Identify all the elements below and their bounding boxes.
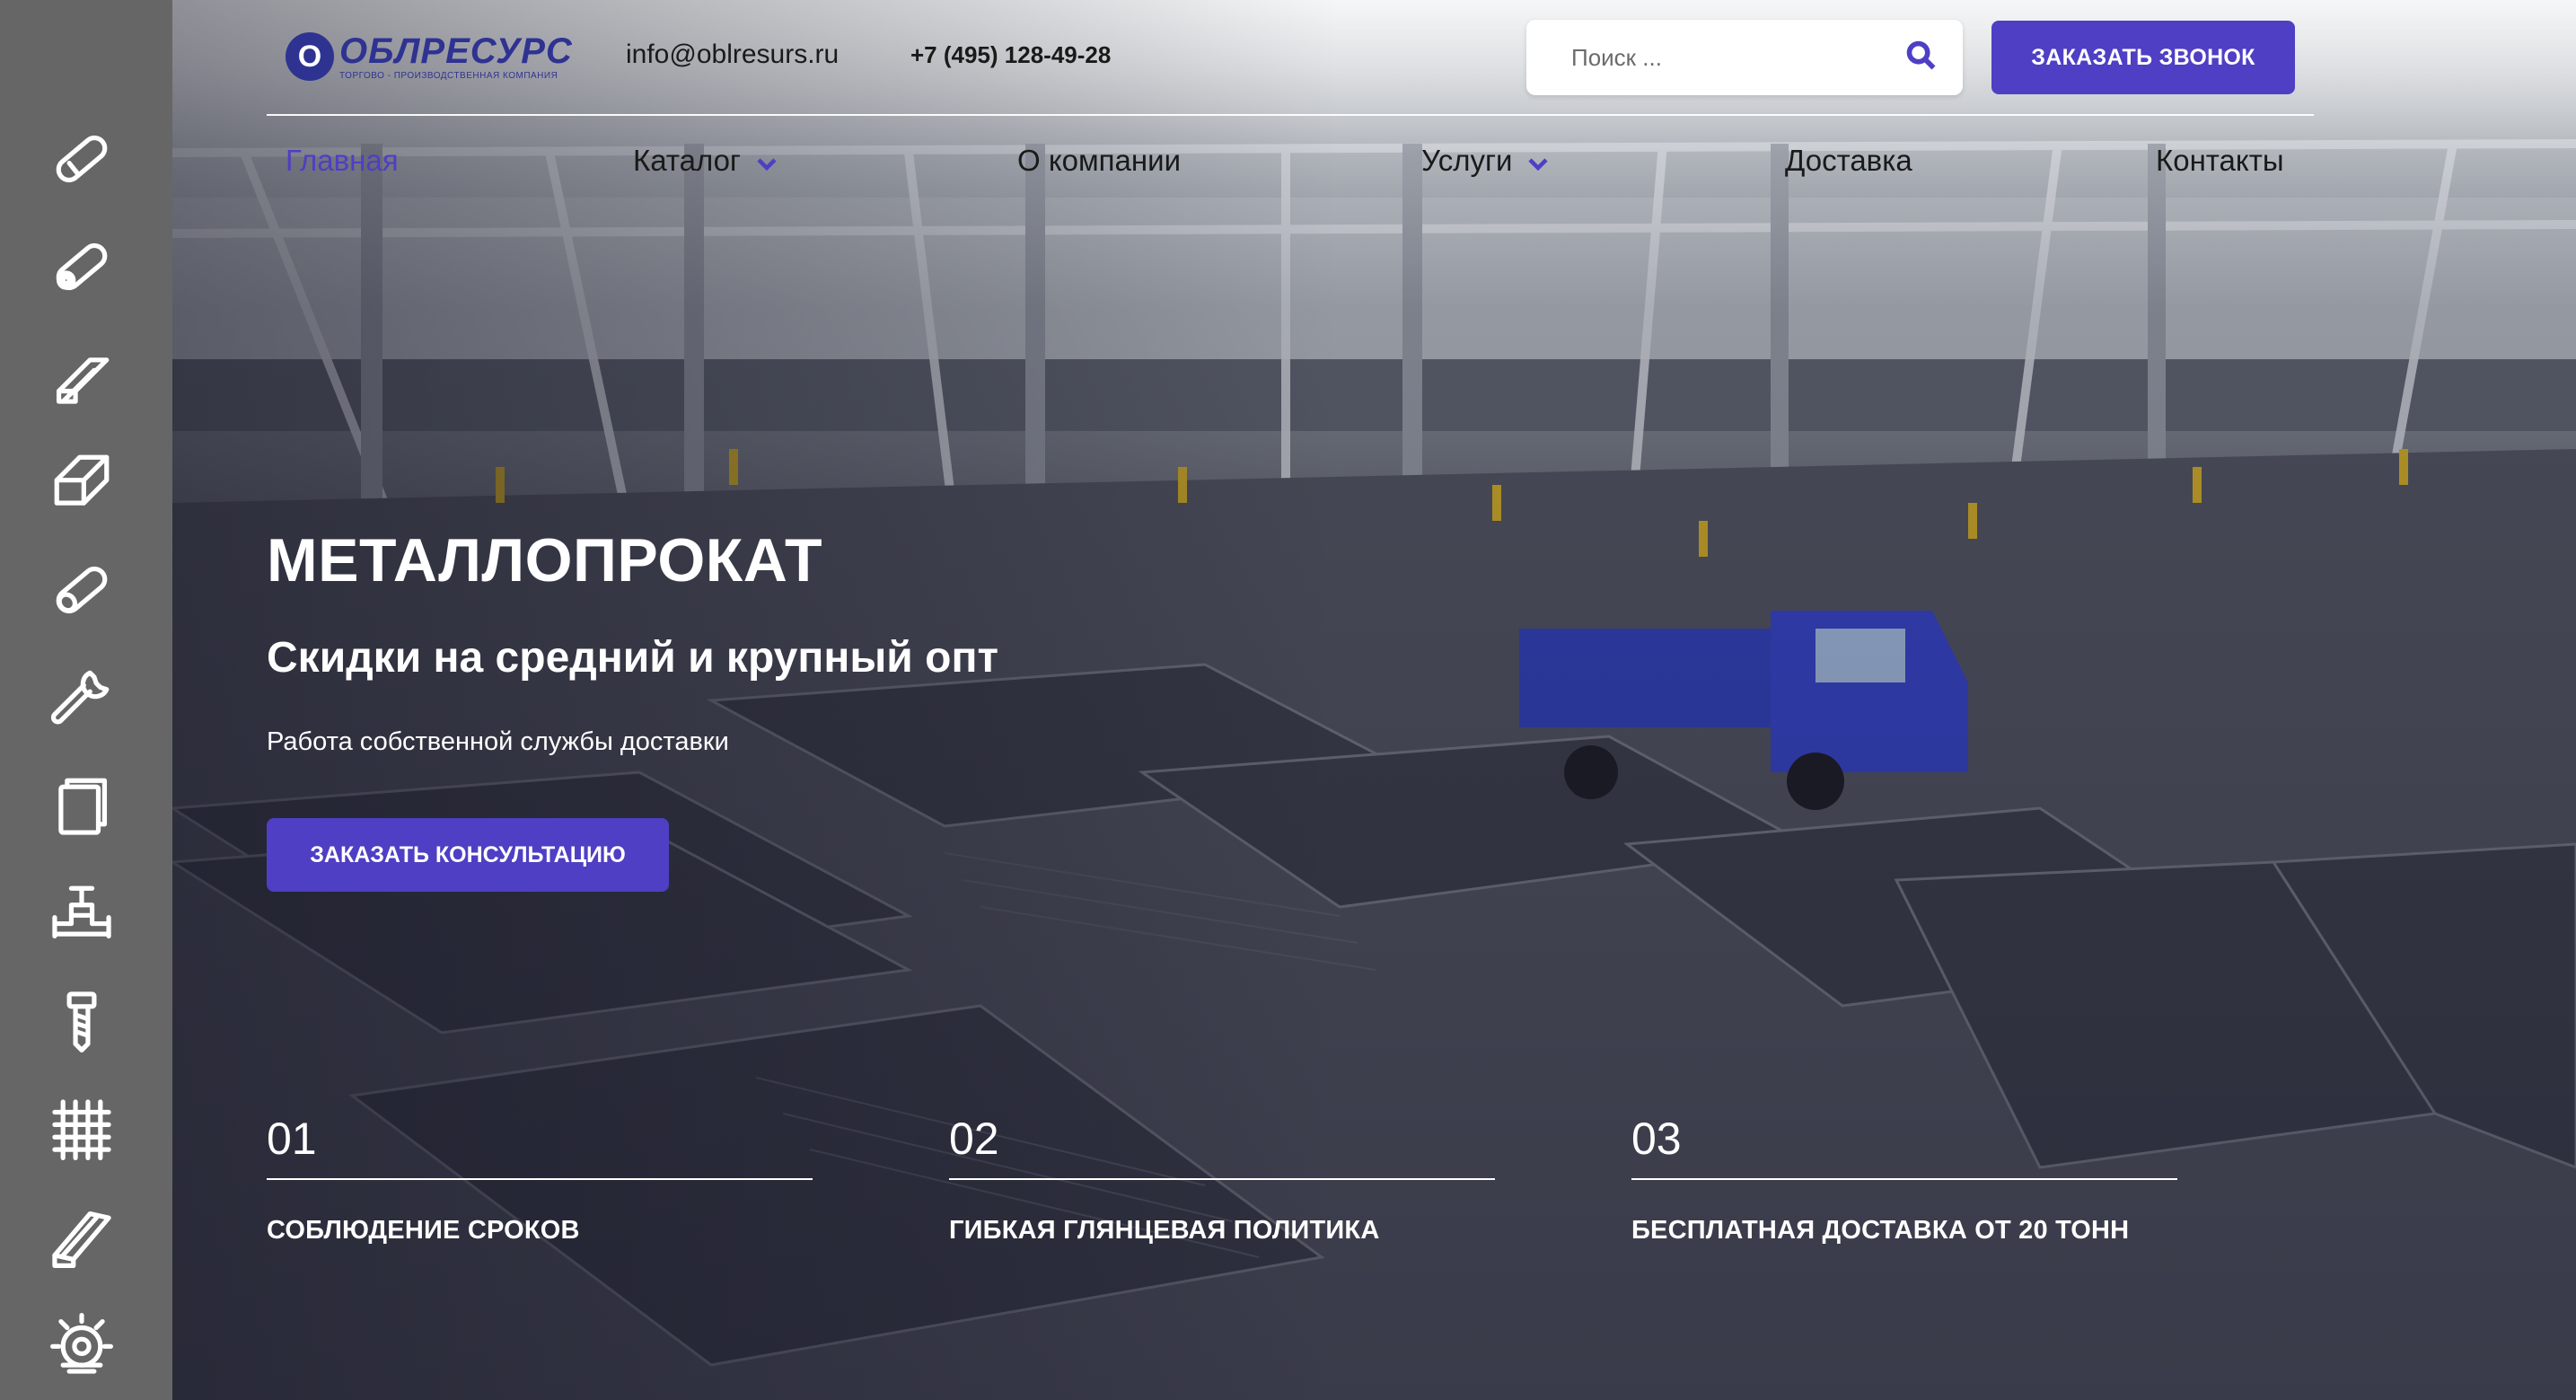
saw-blade-icon[interactable] [45, 1308, 119, 1381]
angle-profile-icon[interactable] [45, 1200, 119, 1273]
search-icon[interactable] [1905, 40, 1938, 76]
hero-subtitle: Скидки на средний и крупный опт [267, 634, 998, 682]
search-input[interactable] [1571, 43, 1905, 72]
page: О ОБЛРЕСУРС ТОРГОВО - ПРОИЗВОДСТВЕННАЯ К… [0, 0, 2576, 1400]
search-box [1526, 20, 1963, 95]
nav-item-delivery[interactable]: Доставка [1785, 144, 1912, 178]
feature-text: БЕСПЛАТНАЯ ДОСТАВКА ОТ 20 ТОНН [1631, 1216, 2130, 1245]
bolt-icon[interactable] [45, 984, 119, 1058]
logo-mark-icon: О [286, 32, 334, 81]
order-call-button[interactable]: ЗАКАЗАТЬ ЗВОНОК [1991, 21, 2295, 94]
beam-icon[interactable] [45, 338, 119, 411]
wrench-icon[interactable] [45, 661, 119, 735]
nav-item-home[interactable]: Главная [286, 144, 399, 178]
feature-item: 01 СОБЛЮДЕНИЕ СРОКОВ [267, 1114, 813, 1246]
tube-coil-icon[interactable] [45, 230, 119, 304]
feature-divider [267, 1178, 813, 1180]
nav-item-label: Каталог [633, 144, 741, 177]
feature-number: 03 [1631, 1114, 1682, 1164]
nav-item-label: Услуги [1421, 144, 1513, 177]
pipe-icon[interactable] [45, 122, 119, 196]
feature-number: 02 [949, 1114, 999, 1164]
nav-item-label: Главная [286, 144, 399, 177]
brand-logo[interactable]: О ОБЛРЕСУРС ТОРГОВО - ПРОИЗВОДСТВЕННАЯ К… [286, 32, 573, 81]
mesh-grid-icon[interactable] [45, 1092, 119, 1166]
nav-item-catalog[interactable]: Каталог [633, 144, 777, 178]
round-bar-icon[interactable] [45, 553, 119, 627]
nav-item-label: Контакты [2156, 144, 2284, 177]
feature-text: СОБЛЮДЕНИЕ СРОКОВ [267, 1216, 580, 1245]
feature-item: 02 ГИБКАЯ ГЛЯНЦЕВАЯ ПОЛИТИКА [949, 1114, 1495, 1246]
nav-item-contacts[interactable]: Контакты [2156, 144, 2284, 178]
hero-title: МЕТАЛЛОПРОКАТ [267, 526, 822, 594]
feature-number: 01 [267, 1114, 317, 1164]
sheet-metal-icon[interactable] [45, 769, 119, 842]
square-profile-icon[interactable] [45, 445, 119, 519]
order-consultation-button[interactable]: ЗАКАЗАТЬ КОНСУЛЬТАЦИЮ [267, 818, 669, 892]
valve-icon[interactable] [45, 876, 119, 950]
category-sidebar [0, 0, 172, 1400]
chevron-down-icon [1512, 144, 1549, 178]
nav-item-about[interactable]: О компании [1017, 144, 1181, 178]
contact-phone-link[interactable]: +7 (495) 128-49-28 [910, 41, 1111, 69]
nav-item-label: О компании [1017, 144, 1181, 177]
main-nav: Главная Каталог О компании Услуги Достав… [286, 144, 2297, 181]
feature-text: ГИБКАЯ ГЛЯНЦЕВАЯ ПОЛИТИКА [949, 1216, 1380, 1245]
nav-item-label: Доставка [1785, 144, 1912, 177]
header-divider [267, 114, 2314, 116]
feature-divider [1631, 1178, 2177, 1180]
nav-item-services[interactable]: Услуги [1421, 144, 1549, 178]
feature-item: 03 БЕСПЛАТНАЯ ДОСТАВКА ОТ 20 ТОНН [1631, 1114, 2177, 1246]
brand-name: ОБЛРЕСУРС [339, 31, 573, 71]
feature-divider [949, 1178, 1495, 1180]
brand-tagline: ТОРГОВО - ПРОИЗВОДСТВЕННАЯ КОМПАНИЯ [339, 70, 558, 81]
chevron-down-icon [741, 144, 777, 178]
contact-email-link[interactable]: info@oblresurs.ru [626, 40, 839, 70]
logo-text: ОБЛРЕСУРС ТОРГОВО - ПРОИЗВОДСТВЕННАЯ КОМ… [339, 33, 573, 81]
hero-note: Работа собственной службы доставки [267, 727, 729, 756]
